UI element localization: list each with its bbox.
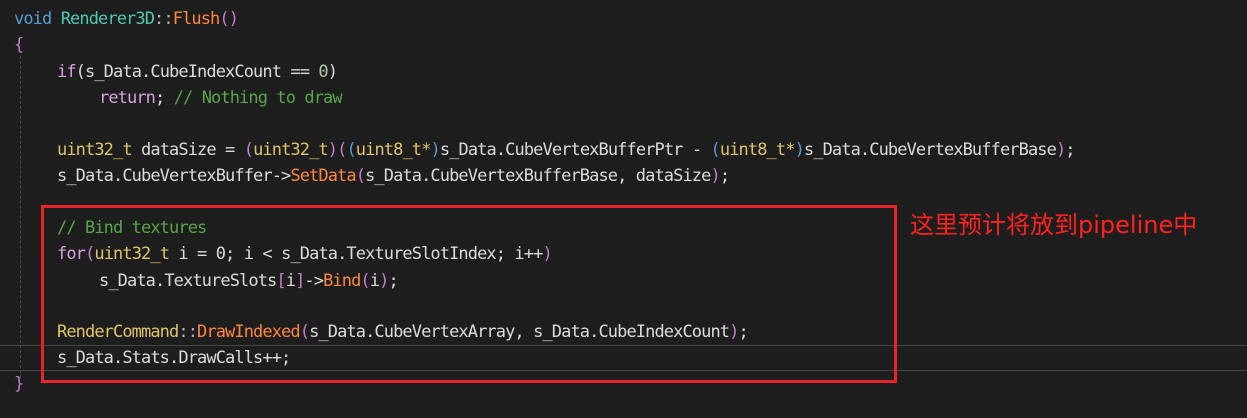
paren: ) — [430, 140, 440, 160]
parens: () — [219, 9, 239, 29]
buffer-base-expr: s_Data.CubeVertexBufferBase — [803, 140, 1057, 160]
paren: ( — [75, 62, 86, 82]
code-line-12[interactable]: } — [14, 371, 24, 397]
keyword-if: if — [57, 62, 77, 82]
type-uint32: uint32_t — [57, 140, 133, 160]
keyword-return: return — [99, 88, 156, 108]
annotation-box — [41, 205, 897, 383]
semicolon: ; — [1065, 140, 1075, 160]
condition-expr: s_Data.CubeIndexCount == — [85, 62, 319, 82]
paren: ) — [327, 62, 338, 82]
keyword-void: void — [14, 9, 52, 29]
class-name: Renderer3D — [60, 9, 155, 29]
paren: ) — [794, 140, 805, 160]
paren: ) — [710, 166, 720, 186]
comment: // Nothing to draw — [173, 88, 343, 108]
paren: ) — [1055, 140, 1066, 160]
code-line-2[interactable]: { — [14, 32, 24, 58]
object-expr: s_Data.CubeVertexBuffer-> — [57, 166, 291, 186]
paren: ( — [243, 140, 254, 160]
type-uint32: uint32_t — [253, 140, 329, 160]
semicolon: ; — [719, 166, 730, 186]
paren: ) — [327, 140, 338, 160]
code-line-5[interactable]: uint32_t dataSize = (uint32_t)((uint8_t*… — [57, 137, 1076, 163]
type-uint8-ptr: uint8_t* — [719, 140, 796, 160]
function-name: SetData — [290, 166, 356, 186]
code-line-3[interactable]: if(s_Data.CubeIndexCount == 0) — [57, 59, 338, 85]
code-line-6[interactable]: s_Data.CubeVertexBuffer->SetData(s_Data.… — [57, 163, 730, 189]
number-literal: 0 — [318, 62, 328, 82]
annotation-text: 这里预计将放到pipeline中 — [910, 211, 1198, 239]
code-line-4[interactable]: return; // Nothing to draw — [99, 85, 343, 111]
code-line-1[interactable]: void Renderer3D::Flush() — [14, 6, 239, 32]
semicolon: ; — [155, 88, 165, 108]
indent-guide — [20, 56, 21, 378]
call-args: s_Data.CubeVertexBufferBase, dataSize — [365, 166, 711, 186]
variable-decl: dataSize = — [131, 140, 244, 160]
code-editor[interactable]: void Renderer3D::Flush() { if(s_Data.Cub… — [0, 0, 1247, 418]
type-uint8-ptr: uint8_t* — [355, 140, 432, 160]
open-brace: { — [14, 35, 24, 55]
paren: ( — [355, 166, 366, 186]
paren: ( — [346, 140, 356, 160]
paren: ( — [710, 140, 721, 160]
scope-operator: :: — [154, 9, 174, 29]
close-brace: } — [14, 374, 24, 394]
function-name: Flush — [172, 9, 221, 29]
buffer-ptr-expr: s_Data.CubeVertexBufferPtr - — [439, 140, 711, 160]
